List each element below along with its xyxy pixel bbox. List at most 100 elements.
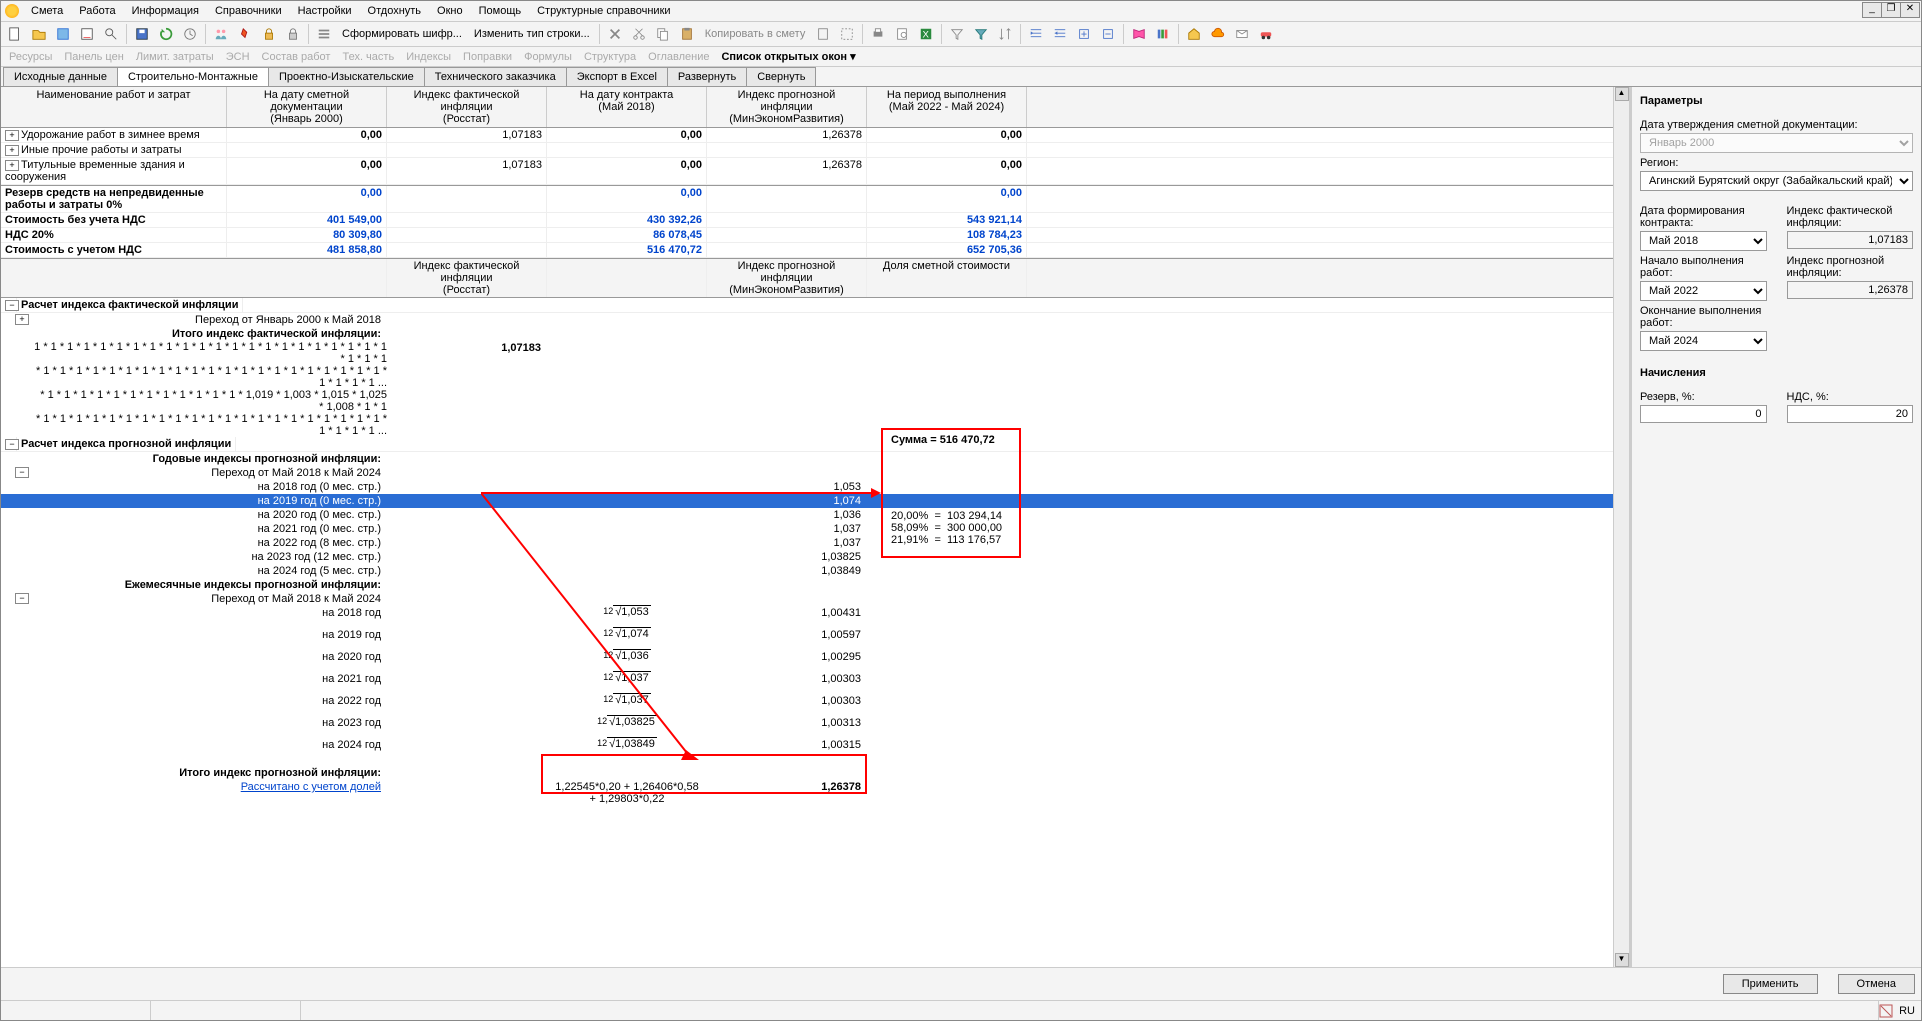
start-select[interactable]: Май 2022 [1640, 281, 1767, 301]
options-icon[interactable] [313, 23, 335, 45]
scrollbar-vertical[interactable]: ▲▼ [1613, 87, 1629, 967]
reserve-input[interactable] [1640, 405, 1767, 423]
sort-icon[interactable] [994, 23, 1016, 45]
month-row[interactable]: на 2018 год12√1,0531,00431 [1, 606, 1613, 628]
history-icon[interactable] [179, 23, 201, 45]
year-row[interactable]: на 2024 год (5 мес. стр.)1,03849 [1, 564, 1613, 578]
menu-help[interactable]: Помощь [471, 3, 530, 19]
print-icon[interactable] [867, 23, 889, 45]
collapse-icon[interactable]: − [15, 593, 29, 604]
month-row[interactable]: на 2021 год12√1,0371,00303 [1, 672, 1613, 694]
month-row[interactable]: на 2023 год12√1,038251,00313 [1, 716, 1613, 738]
search-icon[interactable] [100, 23, 122, 45]
tab-tech-customer[interactable]: Технического заказчика [424, 67, 567, 86]
lock-icon[interactable] [258, 23, 280, 45]
table-row[interactable]: +Титульные временные здания и сооружения… [1, 158, 1613, 185]
change-type-button[interactable]: Изменить тип строки... [468, 26, 596, 42]
menu-spravochniki[interactable]: Справочники [207, 3, 290, 19]
expand-icon[interactable]: + [5, 145, 19, 156]
total-row[interactable]: Стоимость без учета НДС 401 549,00 430 3… [1, 213, 1613, 228]
year-row[interactable]: на 2021 год (0 мес. стр.)1,037 [1, 522, 1613, 536]
menu-okno[interactable]: Окно [429, 3, 471, 19]
menu-otdokhnut[interactable]: Отдохнуть [360, 3, 430, 19]
refresh-icon[interactable] [155, 23, 177, 45]
end-select[interactable]: Май 2024 [1640, 331, 1767, 351]
vat-input[interactable] [1787, 405, 1914, 423]
scroll-down-icon[interactable]: ▼ [1615, 953, 1629, 967]
preview-icon[interactable] [891, 23, 913, 45]
cut-icon[interactable] [628, 23, 650, 45]
month-row[interactable]: на 2020 год12√1,0361,00295 [1, 650, 1613, 672]
outdent-icon[interactable] [1049, 23, 1071, 45]
year-row[interactable]: на 2022 год (8 мес. стр.)1,037 [1, 536, 1613, 550]
expand-icon[interactable]: + [15, 314, 29, 325]
copy-icon[interactable] [652, 23, 674, 45]
collapse-icon[interactable]: − [15, 467, 29, 478]
collapse-icon[interactable] [1097, 23, 1119, 45]
delete-icon[interactable] [604, 23, 626, 45]
car-icon[interactable] [1255, 23, 1277, 45]
expand-icon[interactable] [1073, 23, 1095, 45]
month-row[interactable]: на 2019 год12√1,0741,00597 [1, 628, 1613, 650]
filter-icon[interactable] [946, 23, 968, 45]
tab-source[interactable]: Исходные данные [3, 67, 118, 86]
select-icon[interactable] [836, 23, 858, 45]
book-icon[interactable] [1128, 23, 1150, 45]
restore-button[interactable]: ❐ [1881, 2, 1901, 18]
year-row[interactable]: на 2023 год (12 мес. стр.)1,03825 [1, 550, 1613, 564]
region-select[interactable]: Агинский Бурятский округ (Забайкальский … [1640, 171, 1913, 191]
tab-collapse[interactable]: Свернуть [746, 67, 816, 86]
cancel-button[interactable]: Отмена [1838, 974, 1915, 994]
apply-button[interactable]: Применить [1723, 974, 1818, 994]
menu-smeta[interactable]: Смета [23, 3, 71, 19]
contract-date-select[interactable]: Май 2018 [1640, 231, 1767, 251]
scroll-up-icon[interactable]: ▲ [1615, 87, 1629, 101]
calc-link[interactable]: Рассчитано с учетом долей [241, 781, 381, 793]
expand-icon[interactable]: + [5, 130, 19, 141]
menu-struct[interactable]: Структурные справочники [529, 3, 678, 19]
menu-info[interactable]: Информация [124, 3, 207, 19]
month-row[interactable]: на 2022 год12√1,0371,00303 [1, 694, 1613, 716]
indent-icon[interactable] [1025, 23, 1047, 45]
import-icon[interactable] [52, 23, 74, 45]
expand-icon[interactable]: + [5, 160, 19, 171]
table-row[interactable]: +Иные прочие работы и затраты [1, 143, 1613, 158]
filter2-icon[interactable] [970, 23, 992, 45]
grid-body[interactable]: +Удорожание работ в зимнее время 0,00 1,… [1, 128, 1613, 967]
msg-icon[interactable] [1231, 23, 1253, 45]
month-row[interactable]: на 2024 год12√1,038491,00315 [1, 738, 1613, 760]
users-icon[interactable] [210, 23, 232, 45]
pin-icon[interactable] [234, 23, 256, 45]
reserve-row[interactable]: Резерв средств на непредвиденные работы … [1, 185, 1613, 213]
tab-excel[interactable]: Экспорт в Excel [566, 67, 668, 86]
menu-rabota[interactable]: Работа [71, 3, 123, 19]
year-row[interactable]: на 2019 год (0 мес. стр.)1,074 [1, 494, 1613, 508]
open-windows-dropdown[interactable]: Список открытых окон ▾ [715, 48, 861, 65]
date-approve-select[interactable]: Январь 2000 [1640, 133, 1913, 153]
open-icon[interactable] [28, 23, 50, 45]
home-icon[interactable] [1183, 23, 1205, 45]
menu-nastroyki[interactable]: Настройки [290, 3, 360, 19]
excel-icon[interactable]: X [915, 23, 937, 45]
form-cipher-button[interactable]: Сформировать шифр... [336, 26, 468, 42]
close-button[interactable]: ✕ [1900, 2, 1920, 18]
export-icon[interactable] [76, 23, 98, 45]
calc-section[interactable]: − Расчет индекса прогнозной инфляции [1, 437, 1613, 452]
lock2-icon[interactable] [282, 23, 304, 45]
calc-section[interactable]: − Расчет индекса фактической инфляции [1, 298, 1613, 313]
tab-expand[interactable]: Развернуть [667, 67, 747, 86]
min-button[interactable]: _ [1862, 2, 1882, 18]
books-icon[interactable] [1152, 23, 1174, 45]
clipboard-icon[interactable] [812, 23, 834, 45]
save-icon[interactable] [131, 23, 153, 45]
year-row[interactable]: на 2020 год (0 мес. стр.)1,036 [1, 508, 1613, 522]
copy-estimate-button[interactable]: Копировать в смету [699, 26, 812, 42]
paste-icon[interactable] [676, 23, 698, 45]
total-row[interactable]: НДС 20% 80 309,80 86 078,45 108 784,23 [1, 228, 1613, 243]
year-row[interactable]: на 2018 год (0 мес. стр.)1,053 [1, 480, 1613, 494]
table-row[interactable]: +Удорожание работ в зимнее время 0,00 1,… [1, 128, 1613, 143]
tab-design[interactable]: Проектно-Изыскательские [268, 67, 425, 86]
total-row[interactable]: Стоимость с учетом НДС 481 858,80 516 47… [1, 243, 1613, 258]
new-icon[interactable] [4, 23, 26, 45]
tab-construction[interactable]: Строительно-Монтажные [117, 67, 269, 86]
